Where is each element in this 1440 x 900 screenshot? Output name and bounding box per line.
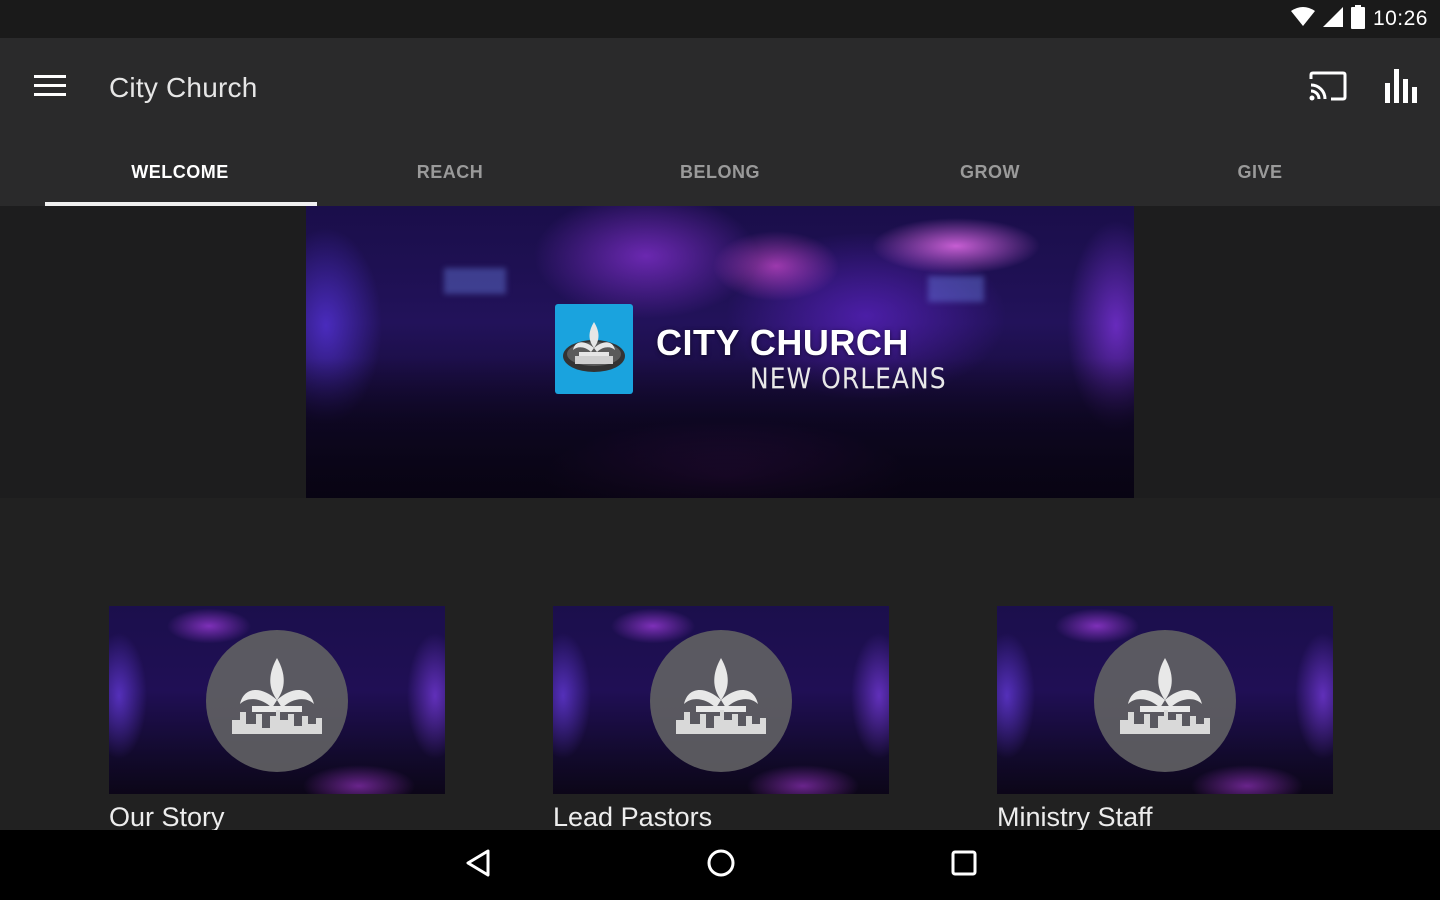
logo-title: CITY CHURCH <box>656 322 909 363</box>
tab-belong[interactable]: BELONG <box>585 138 855 206</box>
card-section: Our Story Lead Pastors Ministry Staff <box>0 498 1440 830</box>
cast-button[interactable] <box>1304 66 1352 110</box>
app-title: City Church <box>109 72 258 103</box>
status-icons: 10:26 <box>1290 4 1428 34</box>
tab-welcome[interactable]: WELCOME <box>45 138 317 206</box>
card-label: Lead Pastors <box>553 804 713 830</box>
system-nav-bar <box>0 830 1440 900</box>
menu-button[interactable] <box>28 68 72 108</box>
card-image <box>553 606 889 794</box>
bar-chart-icon <box>1385 68 1423 108</box>
card-label: Ministry Staff <box>997 804 1153 830</box>
tab-reach[interactable]: REACH <box>315 138 585 206</box>
cell-signal-icon <box>1322 6 1343 32</box>
stats-button[interactable] <box>1380 66 1428 110</box>
card-ministry-staff[interactable]: Ministry Staff <box>997 606 1333 830</box>
tab-grow[interactable]: GROW <box>855 138 1125 206</box>
fleur-de-lis-icon <box>666 654 776 749</box>
hero-banner-image: CITY CHURCH NEW ORLEANS <box>306 206 1134 498</box>
app-bar: City Church WELCOME REACH BELONG GROW GI… <box>0 38 1440 206</box>
home-button[interactable] <box>693 840 749 890</box>
card-image <box>997 606 1333 794</box>
card-image <box>109 606 445 794</box>
recents-button[interactable] <box>936 840 992 890</box>
recents-icon <box>950 849 978 882</box>
fleur-de-lis-icon <box>222 654 332 749</box>
wifi-icon <box>1290 6 1315 32</box>
back-button[interactable] <box>450 840 506 890</box>
card-lead-pastors[interactable]: Lead Pastors <box>553 606 889 830</box>
back-icon <box>464 848 492 883</box>
hero-band: CITY CHURCH NEW ORLEANS <box>0 206 1440 498</box>
stage-screen <box>444 268 506 294</box>
fleur-de-lis-icon <box>561 318 627 381</box>
status-time: 10:26 <box>1372 7 1428 30</box>
home-icon <box>706 848 736 883</box>
card-label: Our Story <box>109 804 225 830</box>
card-logo-circle <box>650 630 792 772</box>
battery-icon <box>1350 4 1365 34</box>
card-logo-circle <box>1094 630 1236 772</box>
status-bar: 10:26 <box>0 0 1440 38</box>
fleur-de-lis-icon <box>1110 654 1220 749</box>
stage-screen <box>928 276 984 302</box>
logo-subtitle: NEW ORLEANS <box>750 362 947 396</box>
cast-icon <box>1309 71 1347 106</box>
card-logo-circle <box>206 630 348 772</box>
church-logo-badge <box>555 304 633 394</box>
card-our-story[interactable]: Our Story <box>109 606 445 830</box>
tab-give[interactable]: GIVE <box>1125 138 1395 206</box>
hamburger-menu-icon <box>34 74 66 103</box>
crowd-silhouette <box>306 358 1134 498</box>
tab-bar: WELCOME REACH BELONG GROW GIVE <box>45 138 1395 206</box>
